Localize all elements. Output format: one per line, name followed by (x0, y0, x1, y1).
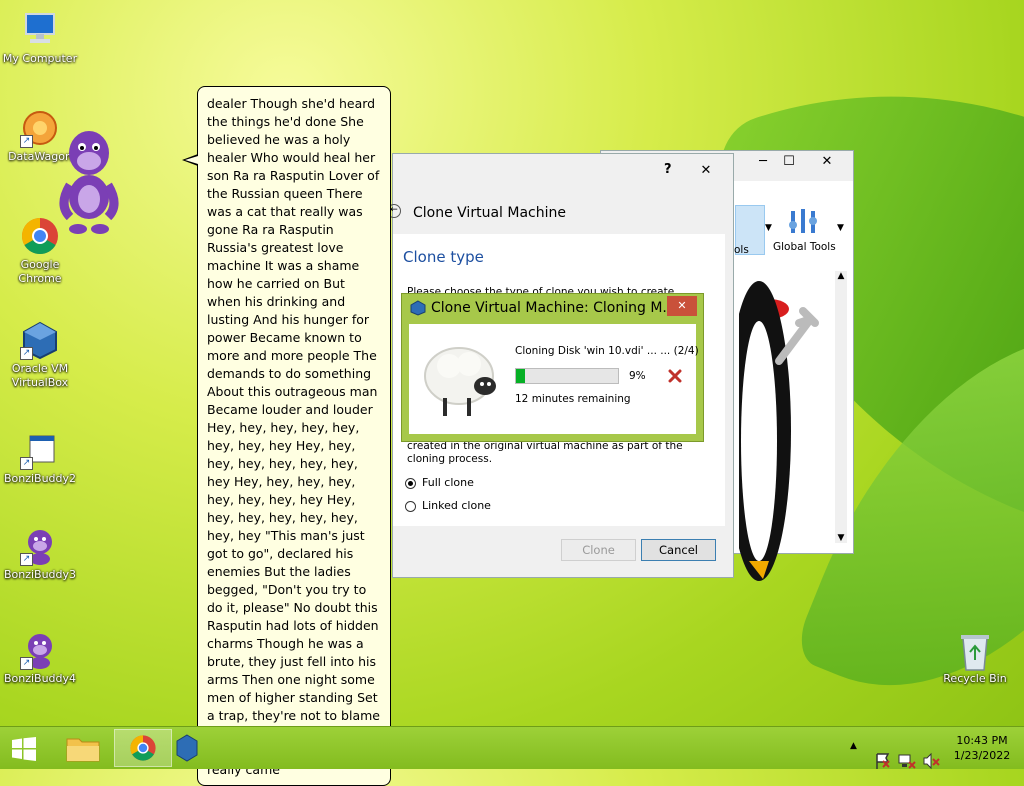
shortcut-arrow-icon: ↗ (20, 457, 33, 470)
action-center-flag-icon[interactable] (874, 740, 892, 782)
close-button[interactable]: ✕ (667, 296, 697, 316)
virtualbox-icon (176, 734, 198, 762)
application-icon: ↗ (20, 430, 60, 470)
global-tools-button[interactable]: Global Tools (773, 207, 836, 255)
chrome-icon (130, 735, 156, 761)
desktop-icon-bonzibuddy2[interactable]: ↗ BonziBuddy2 (0, 430, 80, 486)
speech-text: dealer Though she'd heard the things he'… (207, 96, 380, 777)
description-text: created in the original virtual machine … (407, 440, 683, 465)
linked-clone-radio[interactable]: Linked clone (405, 499, 491, 512)
toolbar: ols ▼ Global Tools ▼ (734, 205, 851, 256)
full-clone-radio[interactable]: Full clone (405, 476, 474, 489)
close-icon[interactable]: ✕ (805, 151, 849, 173)
chrome-icon (20, 216, 60, 256)
shortcut-arrow-icon: ↗ (20, 347, 33, 360)
global-tools-label: Global Tools (773, 241, 836, 253)
network-icon[interactable] (898, 740, 916, 782)
clock-time: 10:43 PM (956, 734, 1008, 747)
help-button[interactable]: ? (664, 162, 672, 177)
dialog-header: ? ✕ ← Clone Virtual Machine (387, 154, 733, 234)
taskbar-file-explorer[interactable] (54, 729, 112, 767)
dialog-title: Clone Virtual Machine: Cloning M... (431, 300, 676, 316)
taskbar-virtualbox[interactable] (174, 729, 198, 767)
clone-button[interactable]: Clone (561, 539, 636, 561)
maximize-icon[interactable]: ☐ (777, 151, 801, 173)
progress-panel: Cloning Disk 'win 10.vdi' ... ... (2/4) … (409, 324, 699, 434)
icon-label: Recycle Bin (943, 672, 1007, 685)
icon-label: BonziBuddy3 (3, 568, 77, 581)
radio-selected-icon (405, 477, 416, 489)
section-title: Clone type (403, 248, 484, 266)
start-button[interactable] (0, 729, 48, 767)
radio-label: Full clone (422, 476, 474, 489)
desktop-icon-recycle-bin[interactable]: Recycle Bin (935, 630, 1015, 686)
chevron-up-icon[interactable]: ▲ (835, 271, 847, 281)
progress-fill (516, 369, 526, 383)
cancel-operation-icon[interactable] (668, 369, 682, 383)
volume-muted-icon[interactable] (922, 740, 940, 782)
dialog-titlebar: Clone Virtual Machine: Cloning M... ✕ (402, 294, 703, 322)
virtualbox-icon: ↗ (20, 320, 60, 360)
cloning-progress-dialog[interactable]: Clone Virtual Machine: Cloning M... ✕ Cl… (401, 293, 704, 442)
tux-mascot-image (727, 271, 829, 581)
clock-date: 1/23/2022 (953, 749, 1011, 762)
virtualbox-icon (410, 300, 426, 316)
close-button[interactable]: ✕ (684, 160, 728, 182)
system-clock[interactable]: 10:43 PM 1/23/2022 (952, 733, 1012, 775)
machine-tools-label: ols (734, 244, 749, 256)
minimize-icon[interactable]: ─ (751, 151, 775, 173)
percent-label: 9% (629, 370, 646, 382)
desktop-icon-virtualbox[interactable]: ↗ Oracle VM VirtualBox (0, 320, 80, 390)
scrollbar[interactable]: ▲ ▼ (835, 271, 847, 543)
bonzi-character[interactable] (56, 125, 122, 235)
shortcut-arrow-icon: ↗ (20, 657, 33, 670)
computer-icon (20, 10, 60, 50)
icon-label: Oracle VM VirtualBox (11, 362, 69, 389)
status-text: Cloning Disk 'win 10.vdi' ... ... (2/4) (515, 345, 699, 357)
dialog-footer: Clone Cancel (393, 526, 733, 578)
sheep-icon (424, 347, 496, 416)
folder-icon (66, 738, 100, 762)
machine-tools-button[interactable]: ols (734, 205, 765, 256)
dialog-title: Clone Virtual Machine (413, 205, 566, 221)
global-tools-icon (789, 209, 817, 233)
time-remaining: 12 minutes remaining (515, 393, 631, 405)
radio-label: Linked clone (422, 499, 491, 512)
cancel-button[interactable]: Cancel (641, 539, 716, 561)
radio-unselected-icon (405, 500, 416, 512)
balloon-tail (185, 156, 198, 164)
icon-label: Google Chrome (18, 258, 62, 285)
datawagon-icon: ↗ (20, 108, 60, 148)
icon-label: BonziBuddy4 (3, 672, 77, 685)
bonzi-speech-balloon[interactable]: dealer Though she'd heard the things he'… (197, 86, 391, 786)
shortcut-arrow-icon: ↗ (20, 135, 33, 148)
desktop-icon-bonzibuddy3[interactable]: ↗ BonziBuddy3 (0, 526, 80, 582)
desktop-icon-my-computer[interactable]: My Computer (0, 10, 80, 66)
bonzi-icon: ↗ (20, 526, 60, 566)
icon-label: BonziBuddy2 (3, 472, 77, 485)
windows-logo-icon (12, 737, 36, 761)
chevron-down-icon[interactable]: ▼ (837, 223, 844, 233)
show-hidden-icons-chevron[interactable]: ▲ (850, 741, 857, 783)
shortcut-arrow-icon: ↗ (20, 553, 33, 566)
icon-label: My Computer (2, 52, 78, 65)
recycle-bin-icon (955, 630, 995, 671)
taskbar: ▲ 10:43 PM 1/23/2022 (0, 726, 1024, 770)
bonzi-icon: ↗ (20, 630, 60, 670)
taskbar-chrome[interactable] (114, 729, 172, 767)
progress-bar (515, 368, 619, 384)
chevron-down-icon[interactable]: ▼ (835, 533, 847, 543)
chevron-down-icon[interactable]: ▼ (765, 223, 772, 233)
desktop-icon-bonzibuddy4[interactable]: ↗ BonziBuddy4 (0, 630, 80, 686)
